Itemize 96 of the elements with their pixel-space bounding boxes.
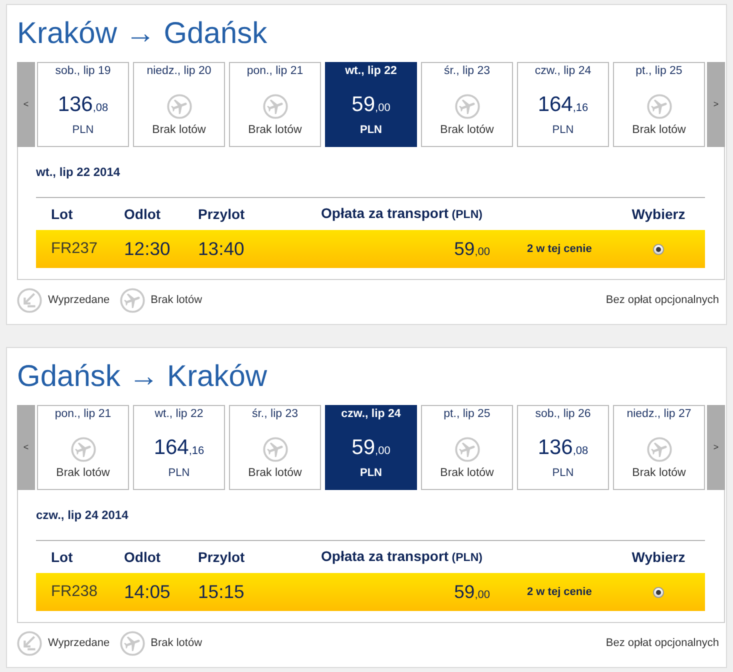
flight-number: FR238	[50, 582, 99, 602]
selected-date: wt., lip 22 2014	[36, 165, 122, 179]
date-card[interactable]: śr., lip 23 Brak lotów	[229, 405, 321, 490]
date-label: sob., lip 26	[535, 407, 591, 421]
currency-label: PLN	[552, 466, 574, 480]
date-card[interactable]: wt., lip 22 59,00 PLN	[325, 62, 417, 147]
column-header: Lot	[50, 204, 74, 224]
date-label: pt., lip 25	[636, 64, 682, 78]
date-card[interactable]: sob., lip 19 136,08 PLN	[37, 62, 129, 147]
currency-label: PLN	[552, 123, 574, 137]
date-card[interactable]: pt., lip 25 Brak lotów	[421, 405, 513, 490]
plane-icon	[454, 436, 480, 462]
column-header: Odlot	[124, 548, 162, 566]
plane-icon	[454, 94, 480, 118]
column-header: Przylot	[198, 548, 246, 567]
date-label: niedz., lip 27	[626, 407, 692, 421]
no-flights-label: Brak lotów	[56, 466, 110, 480]
column-header: Lot	[50, 548, 74, 566]
legend-label: Brak lotów	[150, 636, 202, 652]
date-label: niedz., lip 20	[146, 64, 212, 78]
no-flights-label: Brak lotów	[152, 123, 206, 137]
legend-label: Wyprzedane	[48, 636, 110, 652]
price-text: 59,00	[454, 580, 490, 604]
plane-icon	[166, 94, 192, 118]
date-label: sob., lip 19	[55, 64, 111, 78]
date-label: pt., lip 25	[444, 407, 490, 421]
fare-note: Bez opłat opcjonalnych	[606, 636, 719, 652]
no-flights-label: Brak lotów	[632, 123, 686, 137]
no-flights-label: Brak lotów	[440, 466, 494, 480]
column-header: Przylot	[198, 204, 246, 224]
radio-button[interactable]	[653, 586, 664, 598]
next-button[interactable]: >	[707, 62, 725, 147]
departure-time: 12:30	[124, 237, 172, 262]
route-title: Kraków → Gdańsk	[17, 16, 268, 52]
date-card[interactable]: śr., lip 23 Brak lotów	[421, 62, 513, 147]
plane-icon	[120, 631, 145, 656]
date-card[interactable]: pon., lip 21 Brak lotów	[229, 62, 321, 147]
previous-button[interactable]: <	[17, 405, 35, 490]
column-header: Wybierz	[630, 548, 686, 567]
flight-number: FR237	[50, 239, 99, 260]
plane-icon	[120, 288, 145, 313]
no-flights-label: Brak lotów	[632, 466, 686, 480]
price-text: 164,16	[154, 436, 204, 460]
legend-label: Wyprzedane	[48, 293, 110, 308]
price-text: 59,00	[352, 436, 390, 460]
column-header: Odlot	[124, 204, 162, 224]
date-card[interactable]: pt., lip 25 Brak lotów	[613, 62, 705, 147]
plane-icon	[646, 94, 672, 118]
currency-label: PLN	[360, 466, 382, 480]
no-flights-label: Brak lotów	[248, 123, 302, 137]
date-label: śr., lip 23	[444, 64, 490, 78]
price-text: 164,16	[538, 92, 588, 118]
date-card[interactable]: czw., lip 24 59,00 PLN	[325, 405, 417, 490]
seats-note: 2 w tej cenie	[526, 584, 593, 600]
date-label: pon., lip 21	[54, 407, 112, 421]
date-card[interactable]: sob., lip 26 136,08 PLN	[517, 405, 609, 490]
previous-button[interactable]: <	[17, 62, 35, 147]
currency-label: PLN	[72, 123, 94, 137]
arrival-time: 15:15	[198, 580, 246, 604]
date-card[interactable]: niedz., lip 27 Brak lotów	[613, 405, 705, 490]
arrival-time: 13:40	[198, 237, 246, 262]
legend-label: Brak lotów	[150, 293, 202, 308]
next-button[interactable]: >	[707, 405, 725, 490]
price-text: 59,00	[352, 92, 390, 118]
date-label: wt., lip 22	[345, 64, 397, 78]
date-card[interactable]: pon., lip 21 Brak lotów	[37, 405, 129, 490]
date-label: wt., lip 22	[154, 407, 204, 421]
plane-icon	[262, 436, 288, 462]
date-card[interactable]: niedz., lip 20 Brak lotów	[133, 62, 225, 147]
flight-row[interactable]: FR238 14:05 15:15 59,00 2 w tej cenie	[36, 573, 705, 611]
selected-date: czw., lip 24 2014	[36, 508, 130, 522]
date-label: czw., lip 24	[534, 64, 592, 78]
date-label: pon., lip 21	[246, 64, 304, 78]
seats-note: 2 w tej cenie	[526, 242, 593, 257]
fare-note: Bez opłat opcjonalnych	[606, 293, 719, 308]
radio-button[interactable]	[653, 244, 664, 254]
plane-icon	[262, 94, 288, 118]
price-text: 59,00	[454, 237, 490, 262]
departure-time: 14:05	[124, 580, 172, 604]
date-label: czw., lip 24	[341, 407, 401, 421]
currency-label: PLN	[360, 123, 382, 137]
flight-row[interactable]: FR237 12:30 13:40 59,00 2 w tej cenie	[36, 230, 705, 268]
price-text: 136,08	[58, 92, 108, 118]
date-label: śr., lip 23	[252, 407, 298, 421]
column-header: Wybierz	[630, 204, 686, 224]
currency-label: PLN	[168, 466, 190, 480]
route-title: Gdańsk → Kraków	[17, 359, 268, 395]
date-card[interactable]: wt., lip 22 164,16 PLN	[133, 405, 225, 490]
date-card[interactable]: czw., lip 24 164,16 PLN	[517, 62, 609, 147]
no-flights-label: Brak lotów	[440, 123, 494, 137]
price-text: 136,08	[538, 436, 588, 460]
plane-icon	[70, 436, 96, 462]
no-flights-label: Brak lotów	[248, 466, 302, 480]
plane-icon	[646, 436, 672, 462]
column-header: Opłata za transport (PLN)	[321, 547, 484, 566]
column-header: Opłata za transport (PLN)	[321, 204, 484, 224]
